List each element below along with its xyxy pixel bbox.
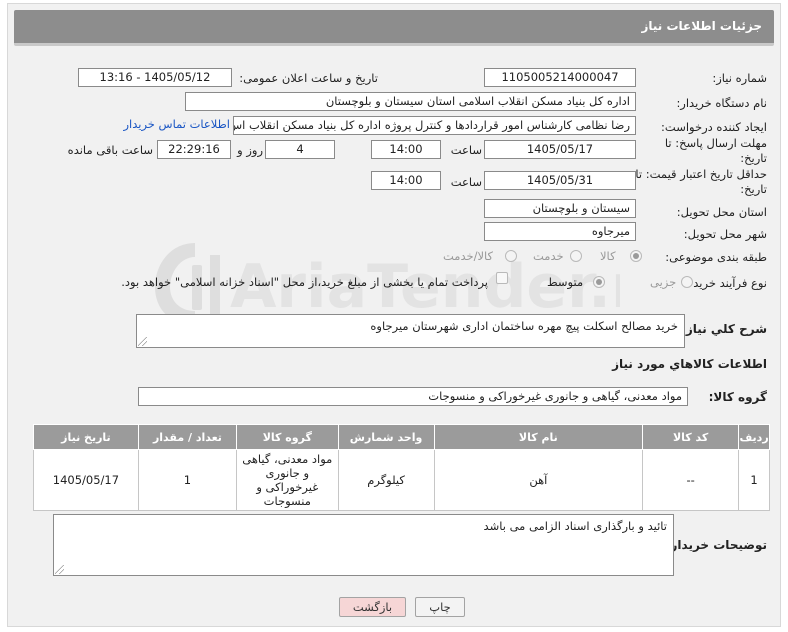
treasury-payment-checkbox[interactable] (496, 272, 508, 284)
buyer-org-field: اداره کل بنیاد مسکن انقلاب اسلامی استان … (185, 92, 636, 111)
cell-unit: کیلوگرم (337, 449, 435, 511)
col-row-number: رديف (738, 424, 770, 450)
page-header: جزئیات اطلاعات نیاز (14, 10, 774, 46)
remaining-time-label: ساعت باقی مانده (67, 143, 153, 157)
goods-group-field: مواد معدنی، گیاهی و جانوری غیرخوراکی و م… (138, 387, 688, 406)
category-radio-service[interactable] (570, 250, 582, 262)
process-option-medium: متوسط (547, 275, 584, 289)
city-label: شهر محل تحویل: (683, 227, 767, 241)
goods-section-title: اطلاعات کالاهاي مورد نياز (612, 357, 767, 371)
resize-handle[interactable] (55, 565, 64, 574)
price-date-field: 1405/05/31 (484, 171, 636, 190)
col-need-date: تاریخ نیاز (33, 424, 139, 450)
resize-handle[interactable] (138, 337, 147, 346)
table-row: 1 -- آهن کیلوگرم مواد معدنی، گیاهی و جان… (33, 449, 770, 511)
category-radio-goods[interactable] (630, 250, 642, 262)
announce-date-field: 1405/05/12 - 13:16 (78, 68, 232, 87)
category-option-service: خدمت (533, 249, 564, 263)
print-button[interactable]: چاپ (415, 597, 465, 617)
col-unit: واحد شمارش (337, 424, 435, 450)
days-field: 4 (265, 140, 335, 159)
description-textarea: خرید مصالح اسکلت پیچ مهره ساختمان اداری … (136, 314, 685, 348)
reply-date-field: 1405/05/17 (484, 140, 636, 159)
treasury-payment-note: پرداخت تمام یا بخشی از مبلغ خرید،از محل … (121, 275, 488, 289)
process-option-minor: جزیی (650, 275, 677, 289)
description-label: شرح کلي نياز: (681, 322, 767, 336)
cell-group: مواد معدنی، گیاهی و جانوری غیرخوراکی و م… (236, 449, 339, 511)
buyer-notes-text: تائید و بارگذاری اسناد الزامی می باشد (483, 519, 667, 533)
col-group: گروه کالا (236, 424, 339, 450)
price-deadline-label: حداقل تاریخ اعتبار قیمت: تا تاریخ: (635, 167, 767, 196)
buyer-notes-textarea: تائید و بارگذاری اسناد الزامی می باشد (53, 514, 674, 576)
cell-row-number: 1 (738, 449, 770, 511)
category-radio-both[interactable] (505, 250, 517, 262)
reply-time-field: 14:00 (371, 140, 441, 159)
description-text: خرید مصالح اسکلت پیچ مهره ساختمان اداری … (370, 319, 678, 333)
requester-label: ایجاد کننده درخواست: (661, 120, 767, 134)
reply-deadline-label: مهلت ارسال پاسخ: تا تاریخ: (664, 136, 767, 165)
category-label: طبقه بندی موضوعی: (665, 250, 767, 264)
category-option-goods: کالا (600, 249, 616, 263)
city-field: میرجاوه (484, 222, 636, 241)
process-radio-medium[interactable] (593, 276, 605, 288)
remaining-time-field: 22:29:16 (157, 140, 231, 159)
need-number-field: 1105005214000047 (484, 68, 636, 87)
buyer-notes-label: توضیحات خریدار: (665, 538, 767, 552)
announce-date-label: تاریخ و ساعت اعلان عمومی: (239, 71, 378, 85)
process-label: نوع فرآیند خرید : (685, 276, 767, 290)
col-quantity: تعداد / مقدار (137, 424, 238, 450)
col-item-name: نام کالا (433, 424, 644, 450)
category-option-both: کالا/خدمت (443, 249, 494, 263)
requester-field: رضا نظامی کارشناس امور قراردادها و کنترل… (233, 116, 636, 135)
back-button[interactable]: بازگشت (339, 597, 406, 617)
price-time-field: 14:00 (371, 171, 441, 190)
cell-item-name: آهن (433, 449, 644, 511)
reply-time-label: ساعت (450, 143, 482, 157)
days-label: روز و (237, 143, 263, 157)
province-label: استان محل تحویل: (676, 205, 767, 219)
need-number-label: شماره نیاز: (712, 71, 767, 85)
buyer-contact-link[interactable]: اطلاعات تماس خریدار (123, 117, 230, 131)
page-title: جزئیات اطلاعات نیاز (641, 19, 762, 33)
price-time-label: ساعت (450, 175, 482, 189)
cell-quantity: 1 (137, 449, 238, 511)
province-field: سیستان و بلوچستان (484, 199, 636, 218)
process-radio-minor[interactable] (681, 276, 693, 288)
cell-item-code: -- (642, 449, 740, 511)
buyer-org-label: نام دستگاه خریدار: (676, 96, 767, 110)
goods-group-label: گروه کالا: (708, 390, 767, 404)
col-item-code: کد کالا (642, 424, 740, 450)
goods-table-header: رديف کد کالا نام کالا واحد شمارش گروه کا… (33, 424, 770, 450)
cell-need-date: 1405/05/17 (33, 449, 139, 511)
goods-table: رديف کد کالا نام کالا واحد شمارش گروه کا… (33, 424, 770, 511)
